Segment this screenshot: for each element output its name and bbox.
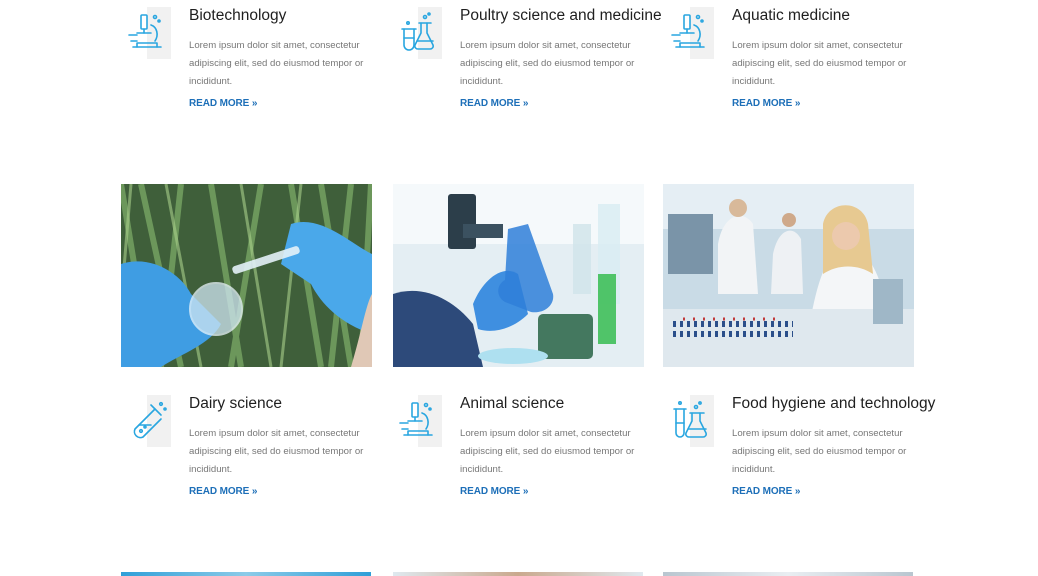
service-description: Lorem ipsum dolor sit amet, consectetur … bbox=[460, 40, 635, 87]
lab-glassware-icon bbox=[664, 395, 716, 447]
service-title: Animal science bbox=[460, 395, 565, 412]
photo-gloved-hands-flask bbox=[121, 184, 372, 367]
test-tube-icon bbox=[121, 395, 173, 447]
microscope-icon bbox=[121, 7, 173, 59]
photo-next-row-3 bbox=[663, 572, 913, 576]
service-title: Dairy science bbox=[189, 395, 283, 412]
photo-next-row-2 bbox=[393, 572, 643, 576]
service-title: Poultry science and medicine bbox=[460, 7, 662, 24]
photo-next-row-1 bbox=[121, 572, 371, 576]
service-description: Lorem ipsum dolor sit amet, consectetur … bbox=[732, 428, 907, 475]
service-card-aquatic: Aquatic medicine Lorem ipsum dolor sit a… bbox=[664, 7, 934, 117]
flasks-icon bbox=[392, 7, 444, 59]
read-more-link[interactable]: READ MORE » bbox=[732, 486, 800, 497]
service-card-poultry: Poultry science and medicine Lorem ipsum… bbox=[392, 7, 662, 117]
read-more-link[interactable]: READ MORE » bbox=[189, 98, 257, 109]
service-title: Biotechnology bbox=[189, 7, 287, 24]
service-card-animal: Animal science Lorem ipsum dolor sit ame… bbox=[392, 395, 662, 505]
service-description: Lorem ipsum dolor sit amet, consectetur … bbox=[189, 40, 364, 87]
read-more-link[interactable]: READ MORE » bbox=[460, 98, 528, 109]
service-title: Aquatic medicine bbox=[732, 7, 851, 24]
service-description: Lorem ipsum dolor sit amet, consectetur … bbox=[189, 428, 364, 475]
service-description: Lorem ipsum dolor sit amet, consectetur … bbox=[460, 428, 635, 475]
service-description: Lorem ipsum dolor sit amet, consectetur … bbox=[732, 40, 907, 87]
read-more-link[interactable]: READ MORE » bbox=[732, 98, 800, 109]
microscope-icon bbox=[664, 7, 716, 59]
photo-scientists-laboratory bbox=[663, 184, 914, 367]
read-more-link[interactable]: READ MORE » bbox=[189, 486, 257, 497]
photo-blue-flask-lab bbox=[393, 184, 644, 367]
service-title: Food hygiene and technology bbox=[732, 395, 936, 412]
read-more-link[interactable]: READ MORE » bbox=[460, 486, 528, 497]
service-card-dairy: Dairy science Lorem ipsum dolor sit amet… bbox=[121, 395, 391, 505]
service-card-food-hygiene: Food hygiene and technology Lorem ipsum … bbox=[664, 395, 936, 505]
service-card-biotechnology: Biotechnology Lorem ipsum dolor sit amet… bbox=[121, 7, 391, 117]
microscope-icon bbox=[392, 395, 444, 447]
